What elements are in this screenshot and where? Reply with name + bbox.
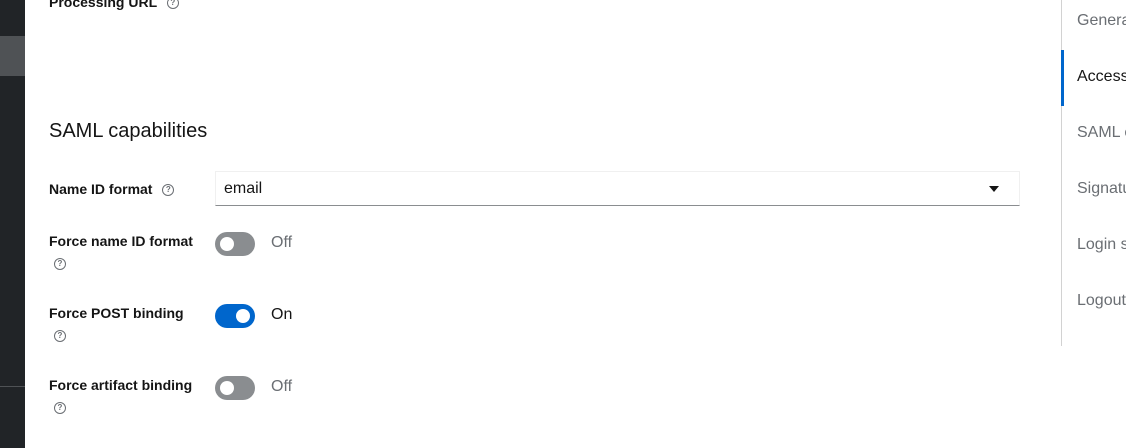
force-post-binding-toggle[interactable] (215, 304, 255, 328)
force-name-id-format-label: Force name ID format (49, 233, 193, 249)
help-icon[interactable]: ? (166, 0, 179, 10)
name-id-format-label: Name ID format (49, 181, 153, 197)
jump-links-nav: Genera Access SAML c Signatu Login s Log… (1061, 0, 1126, 346)
force-artifact-binding-label: Force artifact binding (49, 377, 193, 393)
toggle-knob (236, 309, 250, 323)
nav-active-item[interactable] (0, 36, 25, 76)
left-navigation (0, 0, 25, 448)
help-icon[interactable]: ? (162, 184, 175, 197)
processing-url-field: Processing URL ? (49, 0, 179, 12)
name-id-format-value: email (224, 180, 263, 197)
jump-link-login[interactable]: Login s (1077, 236, 1126, 254)
jump-link-access[interactable]: Access (1077, 68, 1126, 86)
jump-link-logout[interactable]: Logout (1077, 292, 1126, 310)
jump-link-general[interactable]: Genera (1077, 12, 1126, 30)
help-icon[interactable]: ? (54, 330, 66, 342)
force-name-id-format-toggle[interactable] (215, 232, 255, 256)
processing-url-label: Processing URL (49, 0, 157, 10)
jump-link-signature[interactable]: Signatu (1077, 180, 1126, 198)
section-title: SAML capabilities (49, 120, 208, 142)
force-artifact-binding-state: Off (271, 378, 293, 395)
name-id-format-select[interactable]: email (215, 171, 1020, 206)
toggle-knob (220, 381, 234, 395)
nav-divider (0, 386, 25, 387)
jump-link-active-indicator (1061, 50, 1064, 106)
caret-down-icon (989, 186, 999, 192)
help-icon[interactable]: ? (54, 402, 66, 414)
force-post-binding-label: Force POST binding (49, 305, 184, 321)
force-artifact-binding-toggle[interactable] (215, 376, 255, 400)
main-content: Processing URL ? SAML capabilities Name … (25, 0, 1061, 448)
force-post-binding-state: On (271, 306, 293, 323)
force-name-id-format-state: Off (271, 234, 293, 251)
name-id-format-field: Name ID format ? (49, 179, 175, 199)
toggle-knob (220, 237, 234, 251)
help-icon[interactable]: ? (54, 258, 66, 270)
jump-link-saml[interactable]: SAML c (1077, 124, 1126, 142)
